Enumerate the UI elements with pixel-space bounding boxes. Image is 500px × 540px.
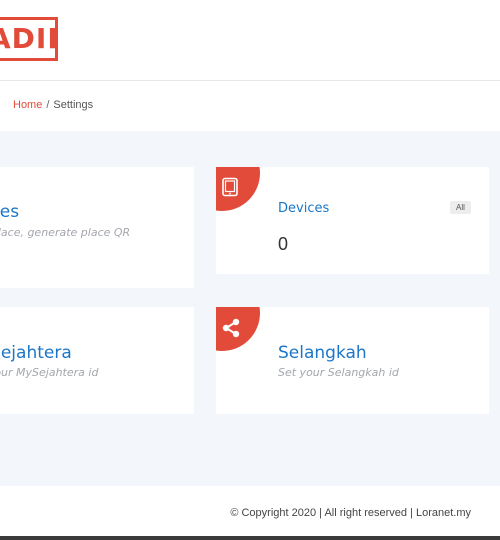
breadcrumb-current: Settings	[53, 99, 94, 111]
breadcrumb: Home / Settings	[13, 99, 93, 111]
devices-card[interactable]: Devices All 0	[216, 167, 489, 274]
top-header: ADIR	[0, 0, 500, 81]
devices-card-title: Devices	[278, 201, 330, 216]
bottom-edge-bar	[0, 536, 500, 540]
tablet-icon	[222, 177, 238, 197]
mysejahtera-card-title: ySejahtera	[0, 343, 72, 363]
selangkah-card-title: Selangkah	[278, 343, 367, 363]
places-card[interactable]: aces it place, generate place QR de	[0, 167, 194, 288]
places-card-title: aces	[0, 202, 20, 222]
mysejahtera-card[interactable]: ySejahtera t your MySejahtera id	[0, 307, 194, 414]
breadcrumb-home-link[interactable]: Home	[13, 99, 42, 111]
places-card-subtitle: it place, generate place QR de	[0, 226, 131, 239]
selangkah-card-subtitle: Set your Selangkah id	[278, 366, 399, 379]
selangkah-card[interactable]: Selangkah Set your Selangkah id	[216, 307, 489, 414]
brand-logo[interactable]: ADIR	[0, 17, 58, 61]
copyright-text: © Copyright 2020 | All right reserved | …	[230, 507, 471, 519]
mysejahtera-card-subtitle: t your MySejahtera id	[0, 366, 99, 379]
devices-all-filter-tag[interactable]: All	[450, 201, 471, 214]
selangkah-badge	[216, 307, 260, 351]
devices-badge	[216, 167, 260, 211]
breadcrumb-separator: /	[46, 99, 50, 111]
devices-count: 0	[278, 234, 289, 254]
page-footer: © Copyright 2020 | All right reserved | …	[0, 486, 500, 536]
share-icon	[222, 318, 240, 338]
